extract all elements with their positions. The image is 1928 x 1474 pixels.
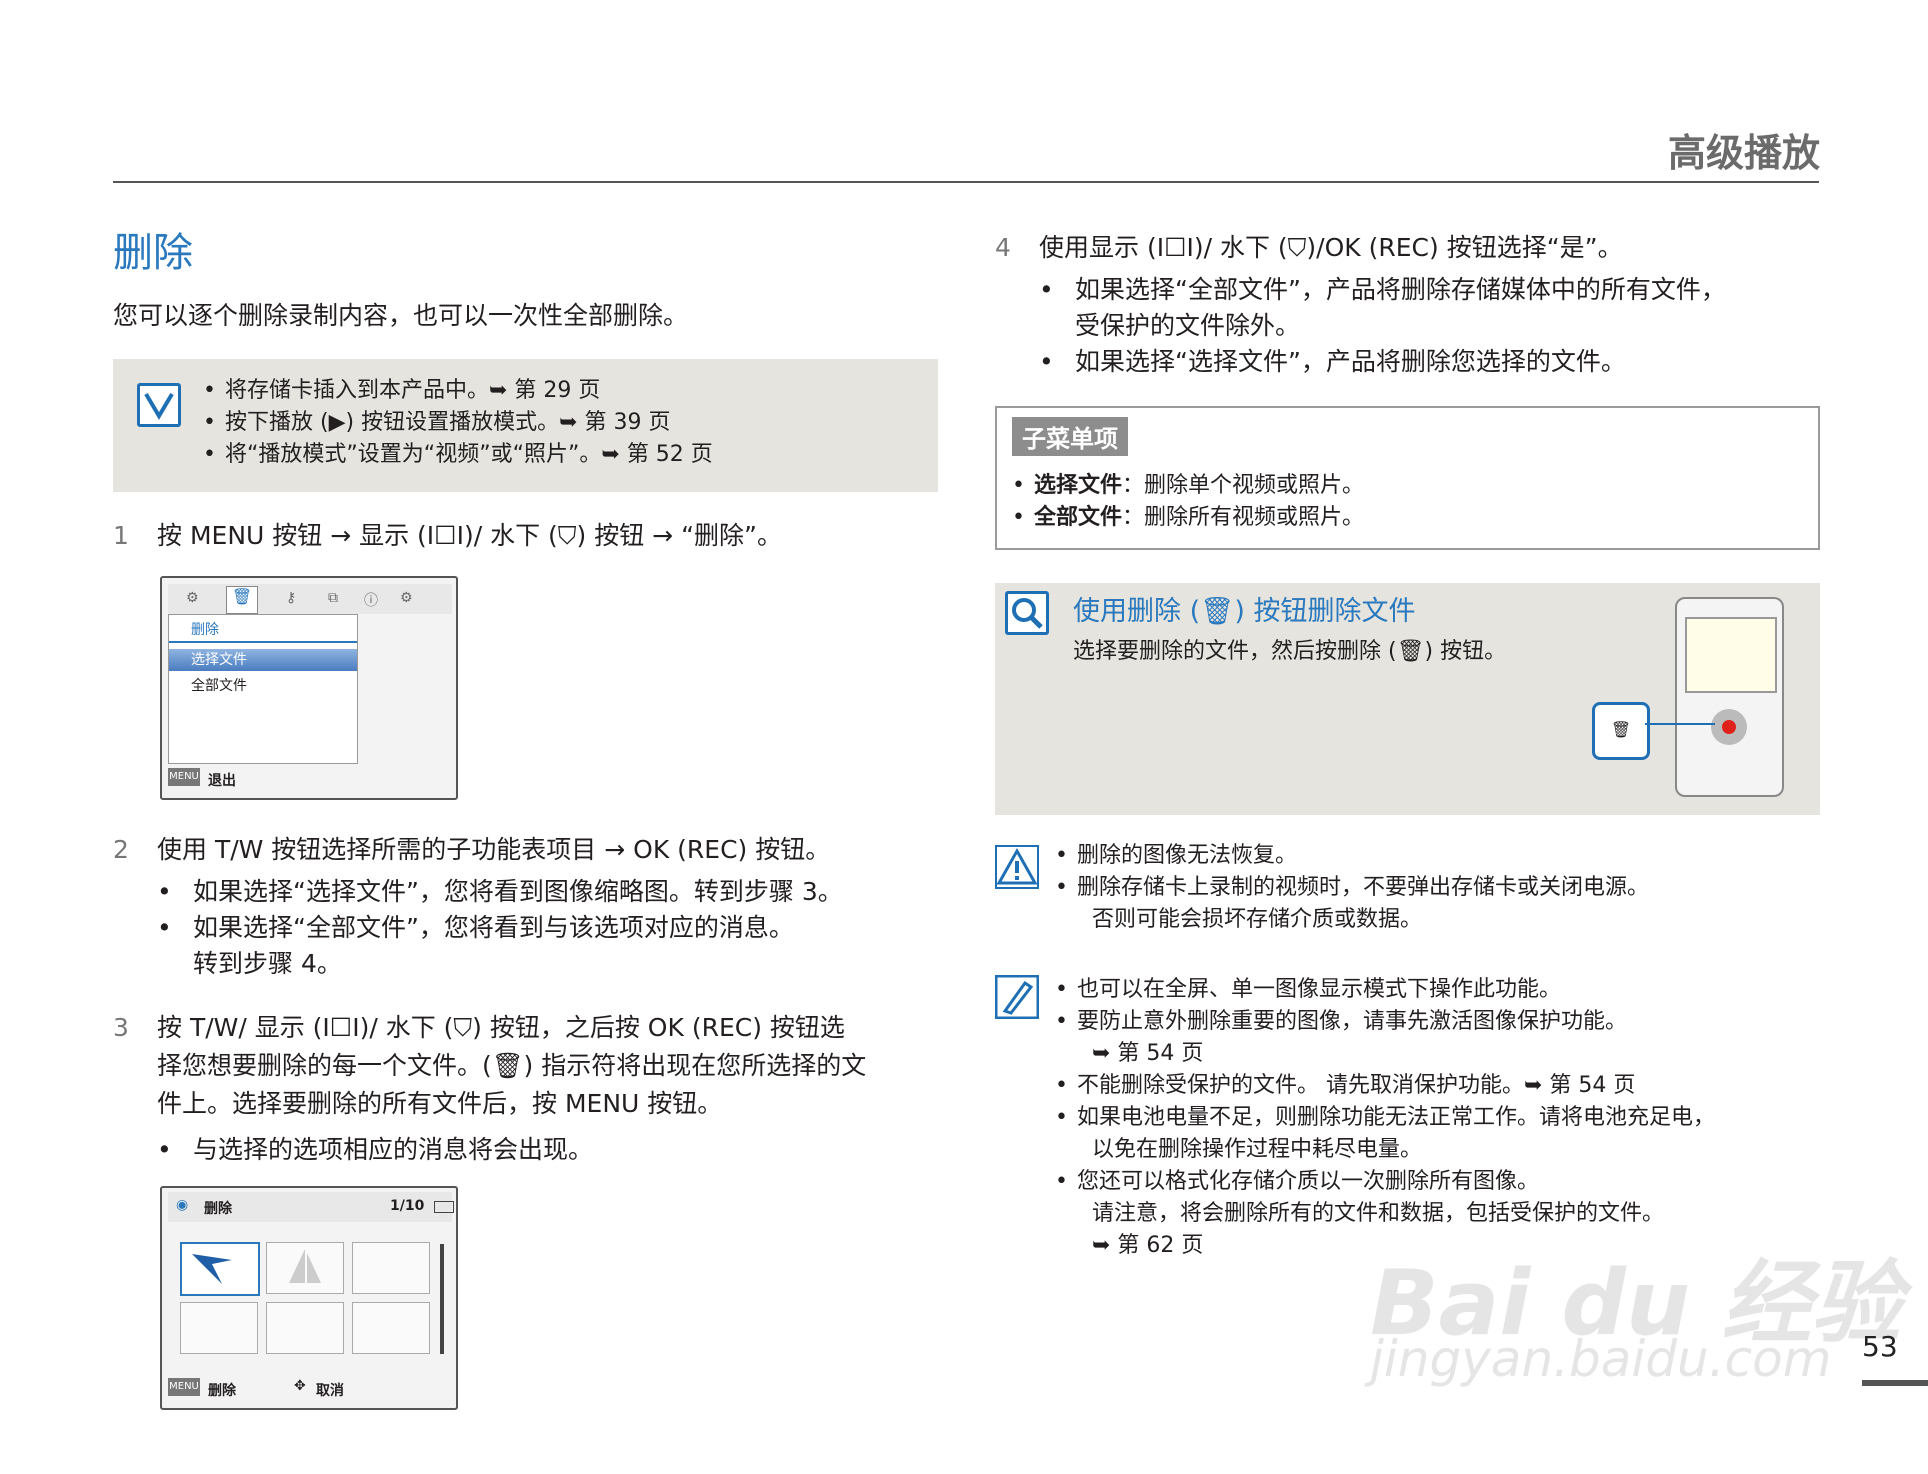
tip-box: 使用删除 (🗑) 按钮删除文件 选择要删除的文件，然后按删除 (🗑) 按钮。 🗑 <box>995 583 1820 815</box>
page-number-rule <box>1862 1380 1928 1386</box>
battery-icon <box>434 1201 454 1213</box>
thumbnail[interactable] <box>266 1242 344 1294</box>
memo-item: • 您还可以格式化存储介质以一次删除所有图像。 <box>1055 1169 1540 1194</box>
check-icon <box>137 383 181 427</box>
gear-icon: ⚙ <box>400 590 413 606</box>
thumbnail[interactable] <box>180 1302 258 1354</box>
share-icon: ⧉ <box>328 590 338 606</box>
key-icon: ⚷ <box>286 590 297 606</box>
step-4: 4 使用显示 (I☐I)/ 水下 (⛉)/OK (REC) 按钮选择“是”。 <box>995 233 1623 262</box>
step-2-bullet: • 如果选择“全部文件”，您将看到与该选项对应的消息。 <box>157 913 794 942</box>
delete-button-callout-icon: 🗑 <box>1592 702 1650 760</box>
thumbnail[interactable] <box>352 1302 430 1354</box>
page-number: 53 <box>1862 1330 1898 1363</box>
cancel-label[interactable]: 取消 <box>316 1380 344 1400</box>
callout-line <box>1645 723 1715 725</box>
note-item: • 将“播放模式”设置为“视频”或“照片”。➥ 第 52 页 <box>203 442 713 467</box>
tip-text: 选择要删除的文件，然后按删除 (🗑) 按钮。 <box>1073 639 1507 664</box>
step-2-bullet: • 如果选择“选择文件”，您将看到图像缩略图。转到步骤 3。 <box>157 877 843 906</box>
warning-item: • 删除的图像无法恢复。 <box>1055 843 1298 868</box>
memo-continuation: 以免在删除操作过程中耗尽电量。 <box>1092 1137 1423 1162</box>
thumbnail[interactable] <box>352 1242 430 1294</box>
memo-continuation: 请注意，将会删除所有的文件和数据，包括受保护的文件。 <box>1092 1201 1665 1226</box>
memo-continuation: ➥ 第 54 页 <box>1092 1041 1204 1066</box>
submenu-tag: 子菜单项 <box>1012 417 1128 456</box>
settings-icon: ⚙ <box>186 590 199 606</box>
screen-title: 删除 <box>204 1201 232 1217</box>
thumbnail-screen: ◉ 删除 1/10 MENU 删除 ✥ 取消 <box>160 1186 458 1410</box>
intro-text: 您可以逐个删除录制内容，也可以一次性全部删除。 <box>113 301 689 330</box>
step-3-line: 件上。选择要删除的所有文件后，按 MENU 按钮。 <box>157 1089 723 1118</box>
record-button <box>1722 720 1736 734</box>
playback-icon: ◉ <box>176 1197 189 1213</box>
menu-item-all-files[interactable]: 全部文件 <box>191 675 247 695</box>
step-3-line: 择您想要删除的每一个文件。(🗑) 指示符将出现在您所选择的文 <box>157 1051 867 1080</box>
warning-item: • 删除存储卡上录制的视频时，不要弹出存储卡或关闭电源。 <box>1055 875 1650 900</box>
step-4-bullet: • 如果选择“选择文件”，产品将删除您选择的文件。 <box>1039 347 1626 376</box>
dpad-icon: ✥ <box>294 1378 306 1394</box>
section-title: 高级播放 <box>1667 131 1820 175</box>
menu-screen: ⚙ 🗑 ⚷ ⧉ ⓘ ⚙ 删除 选择文件 全部文件 MENU 退出 <box>160 576 458 800</box>
page-title: 删除 <box>113 230 193 276</box>
exit-label[interactable]: 退出 <box>208 770 236 790</box>
delete-label[interactable]: 删除 <box>208 1380 236 1400</box>
warning-continuation: 否则可能会损坏存储介质或数据。 <box>1092 907 1423 932</box>
memo-item: • 要防止意外删除重要的图像，请事先激活图像保护功能。 <box>1055 1009 1628 1034</box>
menu-button-icon: MENU <box>168 768 200 786</box>
menu-button-icon: MENU <box>168 1378 200 1396</box>
step-1: 1按 MENU 按钮 → 显示 (I☐I)/ 水下 (⛉) 按钮 → “删除”。 <box>113 521 782 550</box>
memo-item: • 也可以在全屏、单一图像显示模式下操作此功能。 <box>1055 977 1562 1002</box>
memo-item: • 不能删除受保护的文件。 请先取消保护功能。➥ 第 54 页 <box>1055 1073 1636 1098</box>
watermark-url: jingyan.baidu.com <box>1370 1330 1832 1388</box>
memo-continuation: ➥ 第 62 页 <box>1092 1233 1204 1258</box>
prereq-note-box: • 将存储卡插入到本产品中。➥ 第 29 页 • 按下播放 (▶) 按钮设置播放模式… <box>113 359 938 492</box>
step-2: 2 使用 T/W 按钮选择所需的子功能表项目 → OK (REC) 按钮。 <box>113 835 831 864</box>
trash-icon: 🗑 <box>226 586 258 614</box>
step-3: 3按 T/W/ 显示 (I☐I)/ 水下 (⛉) 按钮，之后按 OK (REC)… <box>113 1013 845 1042</box>
note-item: • 将存储卡插入到本产品中。➥ 第 29 页 <box>203 378 601 403</box>
memo-icon <box>994 974 1040 1023</box>
submenu-item: • 全部文件：删除所有视频或照片。 <box>1012 505 1365 530</box>
menu-list: 删除 选择文件 全部文件 <box>168 614 358 764</box>
step-2-continuation: 转到步骤 4。 <box>193 949 342 978</box>
tip-title: 使用删除 (🗑) 按钮删除文件 <box>1073 596 1416 627</box>
info-icon: ⓘ <box>364 593 378 609</box>
thumbnail[interactable] <box>266 1302 344 1354</box>
camera-illustration <box>1675 597 1784 797</box>
magnifier-icon <box>1005 591 1049 635</box>
menu-item-select-file[interactable]: 选择文件 <box>169 649 357 671</box>
step-3-bullet: • 与选择的选项相应的消息将会出现。 <box>157 1135 594 1164</box>
step-4-bullet: • 如果选择“全部文件”，产品将删除存储媒体中的所有文件， <box>1039 275 1726 304</box>
note-item: • 按下播放 (▶) 按钮设置播放模式。➥ 第 39 页 <box>203 410 671 435</box>
submenu-item: • 选择文件：删除单个视频或照片。 <box>1012 473 1365 498</box>
step-4-continuation: 受保护的文件除外。 <box>1075 311 1301 340</box>
menu-tab-bar: ⚙ 🗑 ⚷ ⧉ ⓘ ⚙ <box>168 584 452 614</box>
menu-list-title: 删除 <box>191 622 219 638</box>
file-counter: 1/10 <box>390 1198 425 1214</box>
memo-item: • 如果电池电量不足，则删除功能无法正常工作。请将电池充足电， <box>1055 1105 1716 1130</box>
scrollbar[interactable] <box>440 1244 444 1354</box>
thumbnail-selected[interactable] <box>180 1242 260 1296</box>
warning-icon <box>995 845 1039 893</box>
top-rule <box>113 181 1819 183</box>
camera-screen <box>1685 617 1777 693</box>
